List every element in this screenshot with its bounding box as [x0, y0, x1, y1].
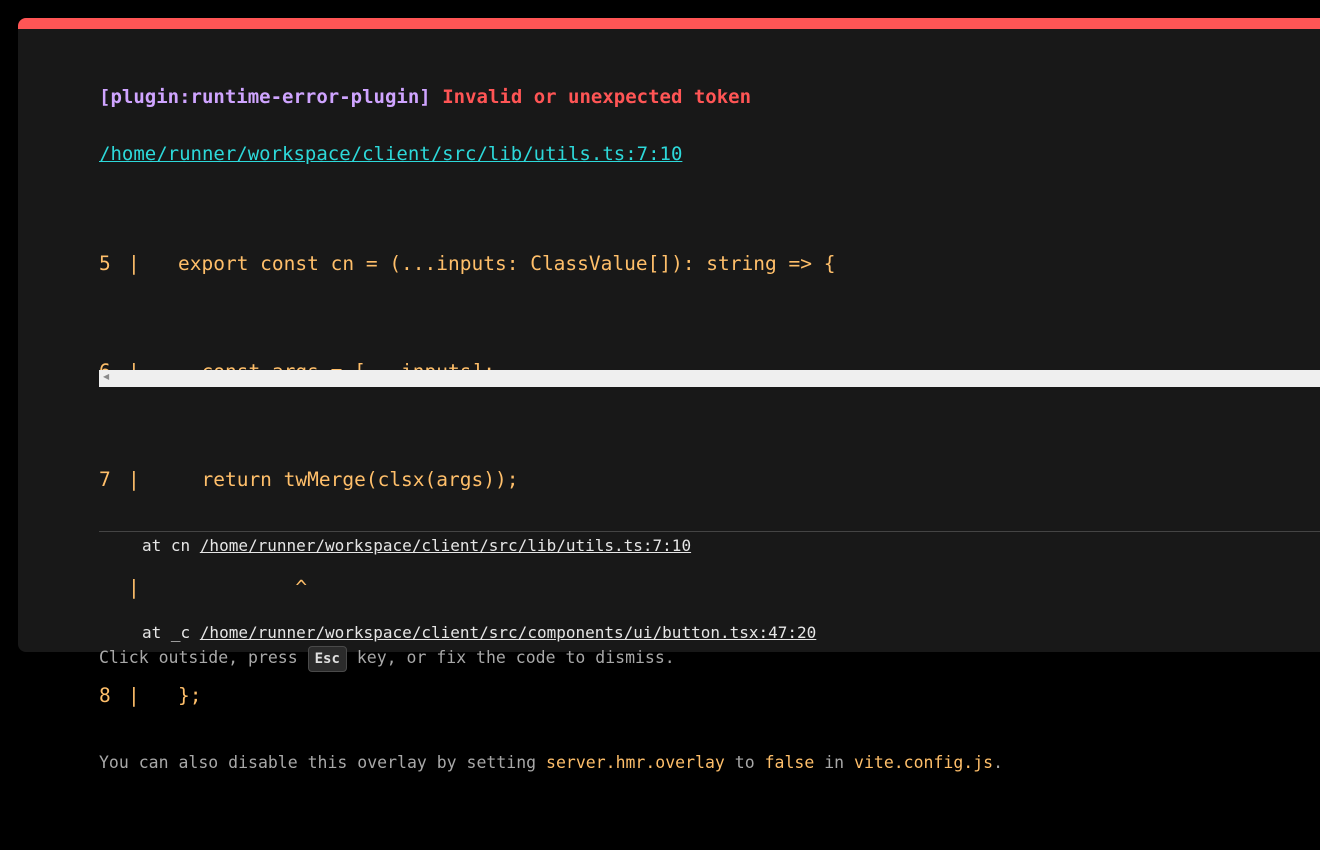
config-file-name: vite.config.js [854, 753, 994, 772]
tip-text: key, or fix the code to dismiss. [346, 648, 675, 667]
tip-text: Click outside, press [99, 648, 308, 667]
error-overlay: [plugin:runtime-error-plugin] Invalid or… [18, 18, 1320, 772]
dismiss-tip: Click outside, press Esc key, or fix the… [99, 570, 1003, 850]
error-message: [plugin:runtime-error-plugin] Invalid or… [99, 86, 751, 108]
plugin-name: [plugin:runtime-error-plugin] [99, 86, 431, 108]
horizontal-scrollbar[interactable]: ◀ [99, 370, 1320, 387]
code-frame-line: 5 | export const cn = (...inputs: ClassVal… [99, 246, 1320, 282]
tip-line-2: You can also disable this overlay by set… [99, 745, 1003, 780]
tip-text: You can also disable this overlay by set… [99, 753, 547, 772]
setting-value: false [764, 753, 815, 772]
error-message-text: Invalid or unexpected token [442, 86, 752, 108]
code-text: export const cn = (...inputs: ClassValue… [178, 252, 836, 275]
divider [99, 531, 1320, 532]
tip-text: in [814, 753, 855, 772]
stack-frame: at cn /home/runner/workspace/client/src/… [142, 531, 816, 560]
stack-frame-link[interactable]: /home/runner/workspace/client/src/lib/ut… [200, 536, 691, 555]
setting-name: server.hmr.overlay [546, 753, 725, 772]
scroll-left-arrow-icon[interactable]: ◀ [103, 372, 109, 381]
tip-text: to [724, 753, 765, 772]
error-file-link[interactable]: /home/runner/workspace/client/src/lib/ut… [99, 143, 682, 165]
stack-frame-prefix: at cn [142, 536, 200, 555]
line-number: 5 [99, 252, 111, 275]
tip-line-1: Click outside, press Esc key, or fix the… [99, 640, 1003, 675]
tip-text: . [993, 753, 1004, 772]
esc-key-badge: Esc [307, 645, 347, 672]
line-number: 7 [99, 468, 111, 491]
gutter-bar: | [128, 252, 140, 275]
